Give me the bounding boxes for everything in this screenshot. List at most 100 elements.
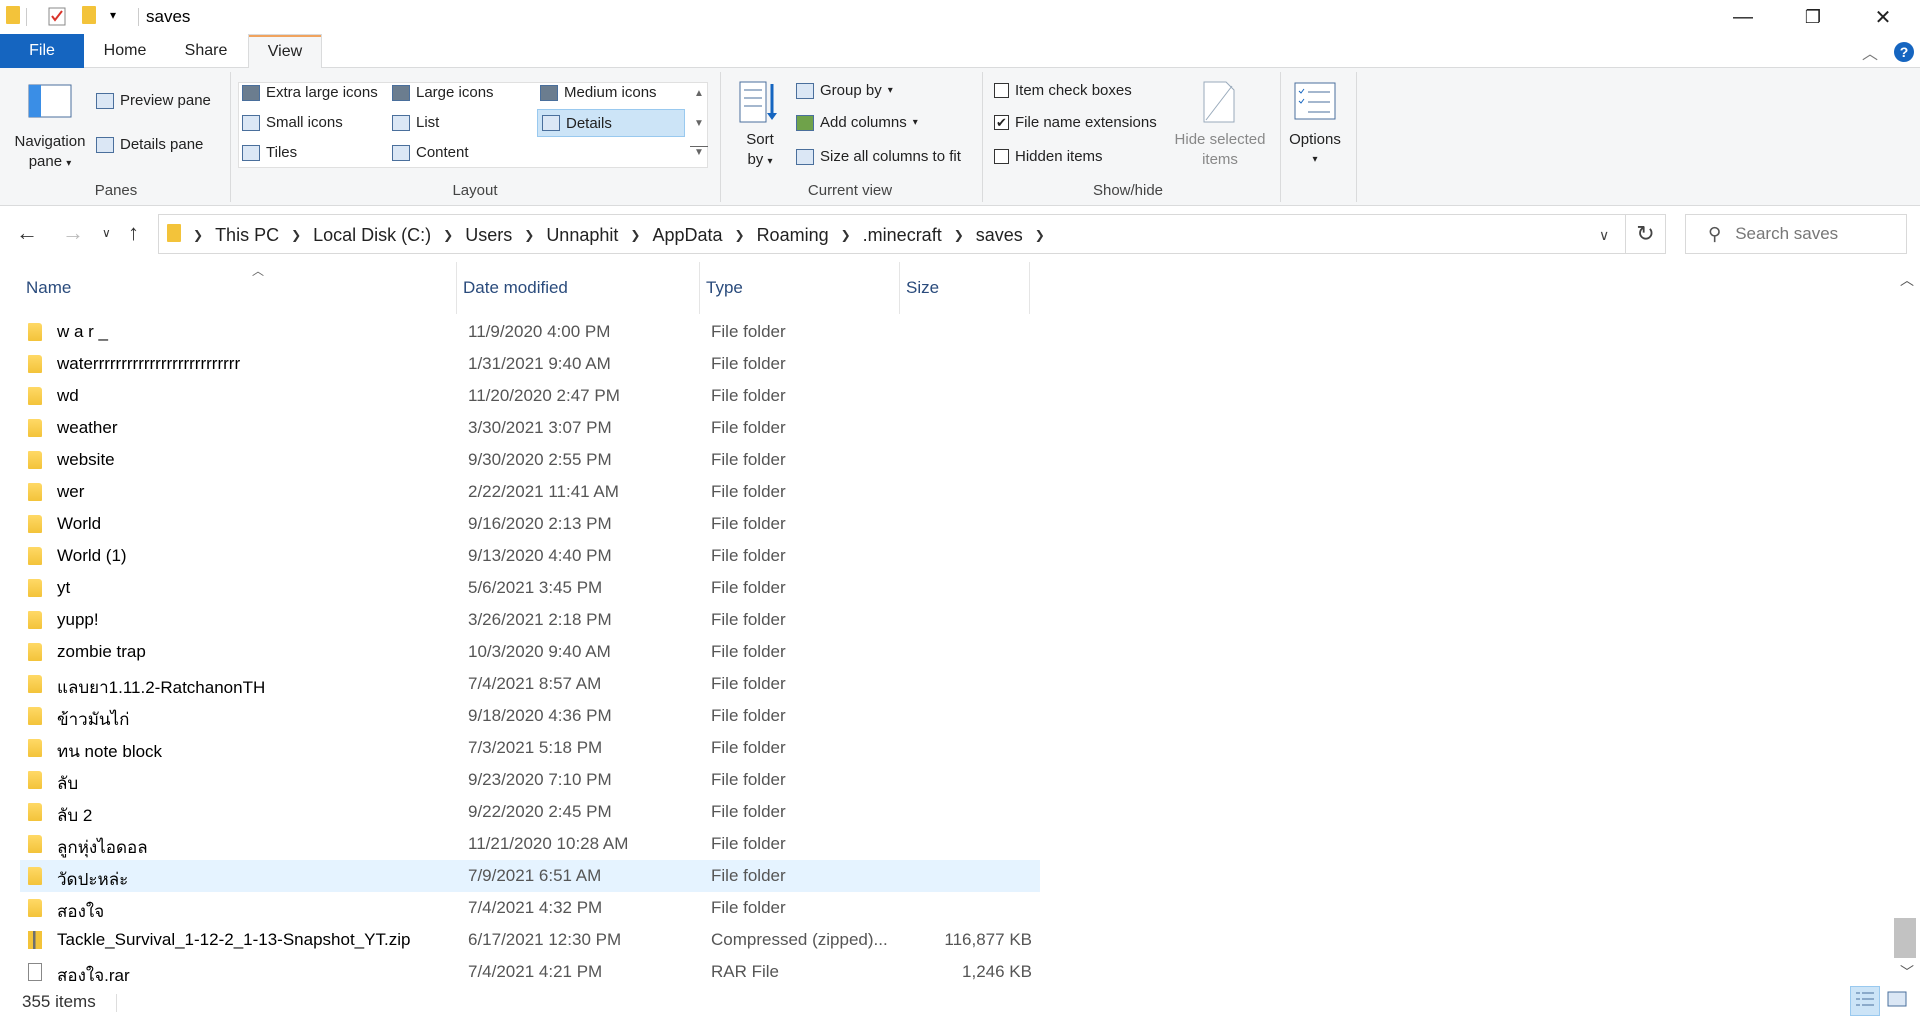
breadcrumb-item[interactable]: Unnaphit (540, 225, 624, 246)
gallery-expand-icon[interactable]: ▼ (690, 146, 708, 158)
preview-pane-button[interactable]: Preview pane (96, 92, 211, 109)
layout-details[interactable]: Details (537, 109, 685, 137)
gallery-scroll-up-icon[interactable]: ▲ (690, 88, 708, 99)
options-button[interactable]: Options ▾ (1280, 130, 1350, 170)
navigation-pane-button[interactable] (22, 84, 78, 118)
breadcrumb-chevron-icon[interactable]: ❯ (624, 228, 646, 242)
table-row[interactable]: weather 3/30/2021 3:07 PM File folder (20, 412, 1040, 444)
table-row[interactable]: สองใจ 7/4/2021 4:32 PM File folder (20, 892, 1040, 924)
checkbox[interactable] (994, 83, 1009, 98)
table-row[interactable]: ทน note block 7/3/2021 5:18 PM File folder (20, 732, 1040, 764)
refresh-button[interactable]: ↻ (1626, 214, 1666, 254)
scroll-up-icon[interactable]: ︿ (1900, 270, 1914, 290)
file-date-modified: 9/16/2020 2:13 PM (468, 514, 612, 533)
layout-content[interactable]: Content (392, 144, 469, 161)
column-header-type[interactable]: Type (700, 262, 900, 314)
tab-view[interactable]: View (248, 34, 322, 69)
breadcrumb-chevron-icon[interactable]: ❯ (285, 228, 307, 242)
breadcrumb-chevron-icon[interactable]: ❯ (187, 228, 209, 242)
table-row[interactable]: yt 5/6/2021 3:45 PM File folder (20, 572, 1040, 604)
minimize-button[interactable]: — (1708, 0, 1778, 34)
breadcrumb-chevron-icon[interactable]: ❯ (835, 228, 857, 242)
restore-button[interactable]: ❐ (1778, 0, 1848, 34)
sort-icon[interactable] (738, 80, 778, 128)
customize-toolbar-chevron-icon[interactable]: ▾ (110, 8, 116, 22)
vertical-scrollbar[interactable]: ︿ ﹀ (1892, 262, 1920, 986)
table-row[interactable]: สองใจ.rar 7/4/2021 4:21 PM RAR File 1,246 K… (20, 956, 1040, 988)
checkbox[interactable] (994, 149, 1009, 164)
back-arrow-icon[interactable]: ← (16, 220, 38, 246)
item-check-boxes-toggle[interactable]: Item check boxes (994, 82, 1132, 99)
breadcrumb-chevron-icon[interactable]: ❯ (948, 228, 970, 242)
size-all-columns-button[interactable]: Size all columns to fit (796, 148, 961, 165)
column-header-size[interactable]: Size (900, 262, 1030, 314)
table-row[interactable]: ลูกหุ่งไอดอล 11/21/2020 10:28 AM File fold… (20, 828, 1040, 860)
breadcrumb-chevron-icon[interactable]: ❯ (518, 228, 540, 242)
tab-home[interactable]: Home (94, 34, 156, 68)
scroll-down-icon[interactable]: ﹀ (1900, 962, 1914, 982)
breadcrumb-item[interactable]: Roaming (751, 225, 835, 246)
chevron-down-icon: ▾ (1312, 154, 1318, 165)
table-row[interactable]: w a r _ 11/9/2020 4:00 PM File folder (20, 316, 1040, 348)
folder-icon (28, 771, 42, 789)
hidden-items-toggle[interactable]: Hidden items (994, 148, 1103, 165)
layout-medium-icons[interactable]: Medium icons (540, 84, 657, 101)
table-row[interactable]: ข้าวมันไก่ 9/18/2020 4:36 PM File folder (20, 700, 1040, 732)
breadcrumb-item[interactable]: Users (459, 225, 518, 246)
help-icon[interactable]: ? (1894, 42, 1914, 62)
sort-by-button[interactable]: Sort by ▾ (740, 130, 780, 172)
add-columns-button[interactable]: Add columns ▾ (796, 114, 918, 131)
table-row[interactable]: zombie trap 10/3/2020 9:40 AM File folder (20, 636, 1040, 668)
table-row[interactable]: waterrrrrrrrrrrrrrrrrrrrrrrrrr 1/31/2021 … (20, 348, 1040, 380)
recent-locations-chevron-icon[interactable]: ∨ (102, 226, 111, 240)
table-row[interactable]: ลับ 2 9/22/2020 2:45 PM File folder (20, 796, 1040, 828)
collapse-ribbon-chevron-icon[interactable]: ︿ (1862, 40, 1878, 64)
file-type: File folder (711, 514, 786, 533)
column-header-name[interactable]: Name (20, 262, 457, 314)
table-row[interactable]: website 9/30/2020 2:55 PM File folder (20, 444, 1040, 476)
breadcrumb-chevron-icon[interactable]: ❯ (729, 228, 751, 242)
details-pane-button[interactable]: Details pane (96, 136, 203, 153)
up-arrow-icon[interactable]: ↑ (128, 220, 139, 246)
tab-share[interactable]: Share (176, 34, 236, 68)
breadcrumb-chevron-icon[interactable]: ❯ (437, 228, 459, 242)
options-icon[interactable] (1294, 82, 1336, 124)
scrollbar-thumb[interactable] (1894, 918, 1916, 958)
file-name-extensions-toggle[interactable]: ✔ File name extensions (994, 114, 1157, 131)
tab-file[interactable]: File (0, 34, 84, 68)
breadcrumb-item[interactable]: Local Disk (C:) (307, 225, 437, 246)
breadcrumb-item[interactable]: saves (970, 225, 1029, 246)
table-row[interactable]: แลบยา1.11.2-RatchanonTH 7/4/2021 8:57 AM F… (20, 668, 1040, 700)
table-row[interactable]: wd 11/20/2020 2:47 PM File folder (20, 380, 1040, 412)
breadcrumb-item[interactable]: AppData (646, 225, 728, 246)
breadcrumb-chevron-icon[interactable]: ❯ (1029, 228, 1051, 242)
table-row[interactable]: yupp! 3/26/2021 2:18 PM File folder (20, 604, 1040, 636)
table-row[interactable]: ลับ 9/23/2020 7:10 PM File folder (20, 764, 1040, 796)
search-input[interactable]: ⚲ Search saves (1685, 214, 1907, 254)
layout-small-icons[interactable]: Small icons (242, 114, 343, 131)
table-row[interactable]: Tackle_Survival_1-12-2_1-13-Snapshot_YT.… (20, 924, 1040, 956)
folder-icon (28, 323, 42, 341)
details-view-button[interactable] (1850, 986, 1880, 1016)
forward-arrow-icon[interactable]: → (62, 220, 84, 246)
breadcrumb-item[interactable]: .minecraft (857, 225, 948, 246)
gallery-scroll-down-icon[interactable]: ▼ (690, 118, 708, 129)
layout-extra-large-icons[interactable]: Extra large icons (242, 84, 378, 101)
layout-list[interactable]: List (392, 114, 439, 131)
table-row[interactable]: วัดปะหล่ะ 7/9/2021 6:51 AM File folder (20, 860, 1040, 892)
large-icons-view-button[interactable] (1882, 986, 1912, 1016)
column-header-date-modified[interactable]: Date modified (457, 262, 700, 314)
new-folder-icon[interactable] (82, 6, 96, 29)
group-by-button[interactable]: Group by ▾ (796, 82, 893, 99)
close-button[interactable]: ✕ (1848, 0, 1918, 34)
table-row[interactable]: World 9/16/2020 2:13 PM File folder (20, 508, 1040, 540)
table-row[interactable]: wer 2/22/2021 11:41 AM File folder (20, 476, 1040, 508)
properties-icon[interactable] (48, 6, 66, 31)
layout-large-icons[interactable]: Large icons (392, 84, 494, 101)
address-bar[interactable]: ❯ This PC ❯ Local Disk (C:) ❯ Users ❯ Un… (158, 214, 1626, 254)
address-history-chevron-icon[interactable]: ∨ (1599, 227, 1609, 244)
table-row[interactable]: World (1) 9/13/2020 4:40 PM File folder (20, 540, 1040, 572)
breadcrumb-item[interactable]: This PC (209, 225, 285, 246)
layout-tiles[interactable]: Tiles (242, 144, 297, 161)
checkbox-checked[interactable]: ✔ (994, 115, 1009, 130)
